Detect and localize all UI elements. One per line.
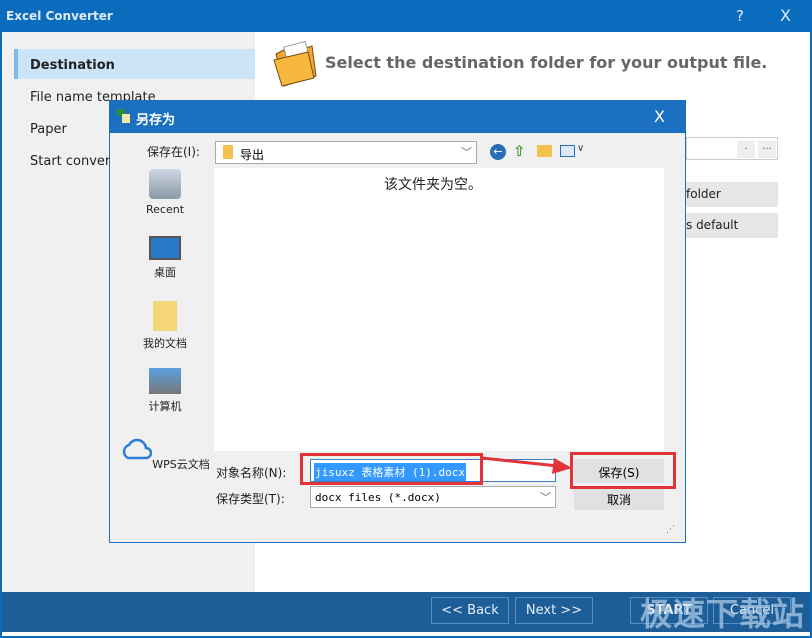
set-default-label: s default: [686, 218, 739, 232]
place-label: Recent: [145, 203, 185, 216]
place-recent[interactable]: Recent: [120, 169, 210, 216]
computer-icon: [149, 368, 181, 394]
open-folder-label: folder: [686, 187, 721, 201]
place-desktop[interactable]: 桌面: [120, 236, 210, 280]
set-default-button[interactable]: s default: [686, 213, 778, 238]
place-computer[interactable]: 计算机: [120, 368, 210, 414]
recent-icon: [149, 169, 181, 199]
destination-path-input[interactable]: . ...: [686, 137, 778, 160]
chevron-down-icon: ﹀: [461, 146, 472, 159]
highlight-box-filename: [300, 453, 483, 485]
place-label: 桌面: [154, 266, 176, 279]
place-label: WPS云文档: [152, 458, 210, 471]
file-list[interactable]: 该文件夹为空。: [214, 168, 664, 451]
window-title: Excel Converter: [6, 9, 113, 23]
save-in-combo[interactable]: 导出 ﹀: [215, 141, 477, 164]
place-label: 我的文档: [143, 337, 187, 350]
dialog-cancel-button[interactable]: 取消: [574, 488, 664, 510]
chevron-down-icon[interactable]: ∨: [577, 143, 584, 154]
save-in-value: 导出: [240, 148, 265, 162]
desktop-icon: [149, 236, 181, 260]
dialog-close-button[interactable]: X: [654, 107, 665, 126]
resize-grip-icon[interactable]: ⋰: [666, 525, 675, 535]
chevron-down-icon: ﹀: [540, 491, 551, 504]
close-button[interactable]: X: [780, 6, 791, 25]
folder-icon: [223, 145, 233, 159]
dialog-title: 另存为: [136, 113, 176, 128]
back-icon[interactable]: ←: [490, 144, 506, 160]
dialog-titlebar: 另存为 X: [110, 101, 685, 133]
watermark-logo: 极速下载站: [640, 595, 806, 633]
empty-folder-message: 该文件夹为空。: [384, 177, 482, 193]
sidebar-item-destination[interactable]: Destination: [14, 49, 255, 79]
filename-label: 对象名称(N):: [216, 466, 287, 480]
place-label: 计算机: [148, 400, 182, 413]
filetype-label: 保存类型(T):: [216, 492, 285, 506]
view-menu-icon[interactable]: [560, 145, 575, 157]
save-in-label: 保存在(I):: [147, 145, 200, 159]
app-icon: [117, 109, 130, 123]
folder-icon: [273, 40, 317, 87]
browse-button[interactable]: ...: [758, 141, 776, 158]
next-button[interactable]: Next >>: [515, 597, 593, 624]
help-button[interactable]: ?: [736, 7, 744, 25]
back-button[interactable]: << Back: [431, 597, 509, 624]
window-titlebar: Excel Converter ? X: [0, 0, 812, 32]
documents-icon: [153, 301, 177, 331]
place-my-documents[interactable]: 我的文档: [120, 301, 210, 351]
up-folder-icon[interactable]: ⇧: [513, 142, 526, 160]
page-heading: Select the destination folder for your o…: [325, 53, 768, 72]
arrow-annotation-icon: [481, 456, 572, 474]
filetype-value: docx files (*.docx): [315, 491, 441, 504]
new-folder-icon[interactable]: [537, 145, 552, 157]
open-folder-button[interactable]: folder: [686, 182, 778, 207]
cloud-icon: [123, 438, 153, 460]
place-wps-cloud[interactable]: WPS云文档: [120, 434, 210, 472]
highlight-box-save: [570, 452, 676, 489]
filetype-select[interactable]: docx files (*.docx) ﹀: [310, 486, 556, 508]
path-option-button[interactable]: .: [737, 141, 755, 158]
